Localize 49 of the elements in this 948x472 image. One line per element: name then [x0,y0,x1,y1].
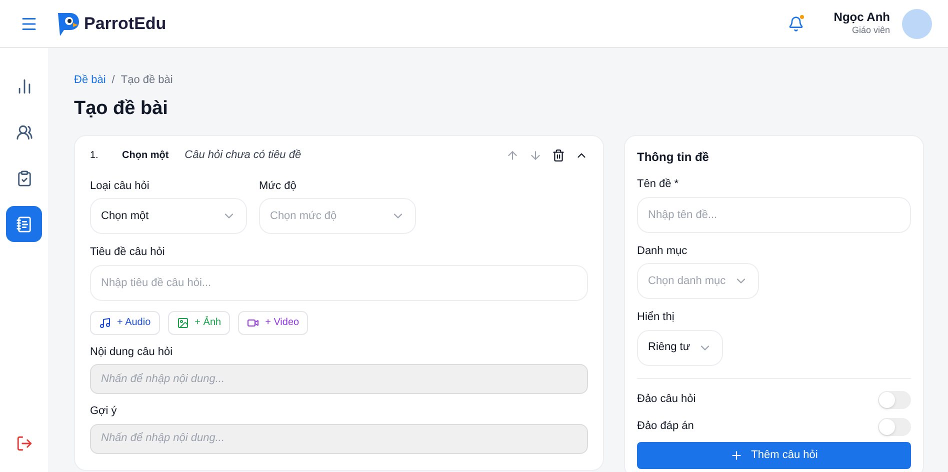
add-audio-button[interactable]: + Audio [90,310,160,334]
field-label: Gợi ý [90,404,117,419]
question-title: Câu hỏi chưa có tiêu đề [184,148,302,163]
toggle-switch[interactable] [878,418,911,436]
hint-input-field[interactable]: Nhấn để nhập nội dung... [90,424,588,454]
notebook-icon [16,216,32,232]
question-type-select[interactable]: Chọn một [90,198,247,234]
question-type: Chọn một [122,148,169,163]
field-label: Hiển thị [637,310,674,325]
field-label: Mức độ [259,178,296,194]
field-label: Tên đề * [637,177,679,192]
arrow-up-icon[interactable] [506,148,519,162]
sidebar-item[interactable] [6,206,42,242]
category-select[interactable]: Chọn danh mục [637,263,759,299]
breadcrumb-separator: / [112,73,115,88]
plus-icon [730,448,744,462]
users-icon [16,124,32,140]
exam-name-input[interactable]: Nhập tên đề... [637,196,911,232]
arrow-down-icon[interactable] [529,148,542,162]
panel-title: Thông tin đề [637,149,710,166]
field-label: Danh mục [637,244,688,258]
logout-icon[interactable] [16,435,32,452]
visibility-select[interactable]: Riêng tư [637,330,724,366]
toggle-label: Đảo câu hỏi [637,392,696,408]
question-number: 1. [90,148,100,163]
clipboard-check-icon [16,170,32,186]
toggle-label: Đảo đáp án [637,419,694,434]
breadcrumb-link[interactable]: Đề bài [74,72,106,88]
add-question-button[interactable]: Thêm câu hỏi [637,442,911,468]
user-name: Ngọc Anh [834,10,890,26]
add-video-button[interactable]: + Video [238,310,308,334]
trash-icon[interactable] [552,148,565,162]
toggle-switch[interactable] [878,390,911,408]
image-icon [176,316,189,328]
level-select[interactable]: Chọn mức độ [259,198,416,234]
notification-bell-icon[interactable] [788,16,804,32]
page-title: Tạo đề bài [74,96,169,120]
user-role: Giáo viên [852,25,890,37]
field-label: Loại câu hỏi [90,178,150,194]
field-label: Tiêu đề câu hỏi [90,245,165,260]
logo-text: ParrotEdu [84,12,166,35]
content-input-field[interactable]: Nhấn để nhập nội dung... [90,364,588,394]
add-image-button[interactable]: + Ảnh [168,310,230,334]
breadcrumb-current: Tạo đề bài [120,73,173,88]
music-note-icon [99,316,111,328]
parrot-logo-icon [56,10,80,36]
question-title-input[interactable]: Nhập tiêu đề câu hỏi... [90,264,588,300]
video-camera-icon [247,316,260,328]
field-label: Nội dung câu hỏi [90,344,173,360]
